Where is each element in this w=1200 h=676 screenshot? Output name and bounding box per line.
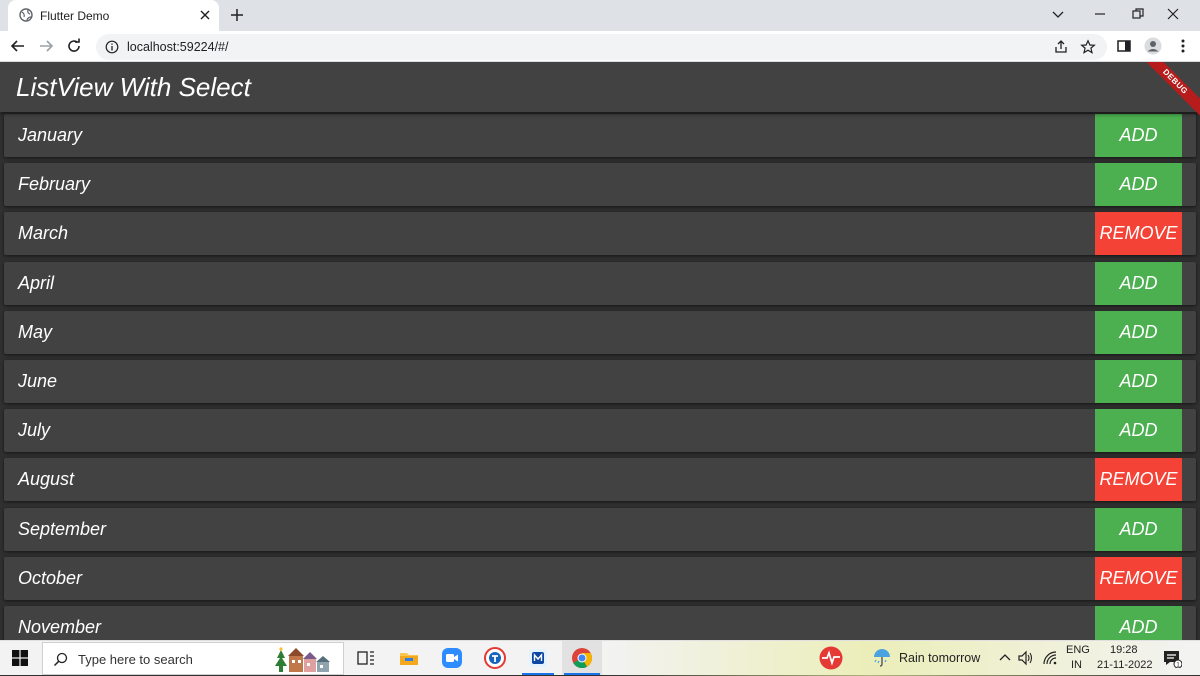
speaker-icon[interactable]: [1017, 650, 1035, 666]
search-icon: [53, 652, 68, 667]
list-item[interactable]: October REMOVE: [4, 557, 1196, 600]
list-item[interactable]: June ADD: [4, 360, 1196, 403]
list-item-label: March: [18, 223, 69, 243]
restore-icon[interactable]: [1131, 7, 1145, 21]
back-arrow-icon[interactable]: [9, 37, 27, 55]
address-bar[interactable]: localhost:59224/#/: [96, 34, 1107, 60]
list-item[interactable]: November ADD: [4, 606, 1196, 640]
share-icon[interactable]: [1053, 39, 1069, 55]
add-button[interactable]: ADD: [1095, 163, 1182, 206]
file-explorer-icon[interactable]: [398, 647, 420, 669]
browser-tab-strip: Flutter Demo: [0, 0, 1200, 31]
list-item[interactable]: January ADD: [4, 114, 1196, 157]
task-view-icon[interactable]: [355, 647, 377, 669]
clock-date[interactable]: 21-11-2022: [1097, 659, 1152, 671]
site-info-icon[interactable]: [105, 40, 119, 54]
tab-search-chevron-icon[interactable]: [1051, 7, 1065, 21]
list-item[interactable]: April ADD: [4, 262, 1196, 305]
chrome-icon[interactable]: [571, 647, 593, 669]
list-item-label: May: [18, 322, 53, 342]
globe-icon: [19, 8, 33, 22]
list-item-label: November: [18, 617, 102, 637]
windows-start-icon[interactable]: [12, 650, 28, 666]
page-title: ListView With Select: [16, 72, 251, 102]
add-button[interactable]: ADD: [1095, 606, 1182, 640]
side-panel-icon[interactable]: [1116, 38, 1132, 54]
browser-toolbar: localhost:59224/#/: [0, 31, 1200, 62]
language-code[interactable]: ENG: [1066, 644, 1090, 656]
heartbeat-app-icon[interactable]: [819, 646, 843, 670]
list-item-label: April: [18, 273, 55, 293]
add-button[interactable]: ADD: [1095, 508, 1182, 551]
taskbar-search-box[interactable]: Type here to search: [42, 642, 344, 675]
add-button[interactable]: ADD: [1095, 114, 1182, 157]
shield-app-icon[interactable]: [484, 647, 506, 669]
window-close-icon[interactable]: [1166, 7, 1180, 21]
minimize-icon[interactable]: [1093, 7, 1107, 21]
more-vert-icon[interactable]: [1175, 38, 1191, 54]
list-item[interactable]: March REMOVE: [4, 212, 1196, 255]
list-item-label: February: [18, 174, 91, 194]
list-item[interactable]: May ADD: [4, 311, 1196, 354]
list-item-label: October: [18, 568, 83, 588]
remove-button[interactable]: REMOVE: [1095, 212, 1182, 255]
app-bar: ListView With Select: [0, 62, 1200, 112]
list-item[interactable]: July ADD: [4, 409, 1196, 452]
reload-icon[interactable]: [65, 37, 83, 55]
list-item-label: September: [18, 519, 107, 539]
list-item[interactable]: August REMOVE: [4, 458, 1196, 501]
list-item[interactable]: September ADD: [4, 508, 1196, 551]
forward-arrow-icon[interactable]: [37, 37, 55, 55]
list-item[interactable]: February ADD: [4, 163, 1196, 206]
language-region[interactable]: IN: [1071, 659, 1082, 671]
chevron-up-icon[interactable]: [998, 651, 1012, 665]
weather-text[interactable]: Rain tomorrow: [899, 651, 980, 665]
list-item-label: July: [18, 420, 51, 440]
add-button[interactable]: ADD: [1095, 360, 1182, 403]
add-button[interactable]: ADD: [1095, 311, 1182, 354]
close-icon[interactable]: [198, 8, 212, 22]
browser-tab[interactable]: Flutter Demo: [8, 0, 219, 31]
list-item-label: August: [18, 469, 75, 489]
add-button[interactable]: ADD: [1095, 262, 1182, 305]
add-button[interactable]: ADD: [1095, 409, 1182, 452]
tab-title: Flutter Demo: [40, 9, 110, 23]
editor-app-icon[interactable]: [527, 647, 549, 669]
new-tab-plus-icon[interactable]: [229, 7, 245, 23]
url-text[interactable]: localhost:59224/#/: [127, 40, 228, 54]
notification-icon[interactable]: 1: [1162, 648, 1182, 668]
flutter-app: ListView With Select DEBUG January ADD Feb…: [0, 62, 1200, 640]
remove-button[interactable]: REMOVE: [1095, 557, 1182, 600]
wifi-icon[interactable]: [1042, 650, 1058, 666]
weather-umbrella-icon[interactable]: [871, 647, 893, 669]
clock-time[interactable]: 19:28: [1110, 644, 1138, 656]
windows-taskbar: Type here to search Rain tomorrow ENG IN…: [0, 640, 1200, 676]
zoom-app-icon[interactable]: [441, 647, 463, 669]
search-highlight-houses-icon: [275, 647, 330, 672]
remove-button[interactable]: REMOVE: [1095, 458, 1182, 501]
list-item-label: June: [18, 371, 58, 391]
list-item-label: January: [18, 125, 83, 145]
bookmark-star-icon[interactable]: [1080, 39, 1096, 55]
search-placeholder[interactable]: Type here to search: [78, 652, 193, 667]
profile-avatar-icon[interactable]: [1144, 37, 1162, 55]
